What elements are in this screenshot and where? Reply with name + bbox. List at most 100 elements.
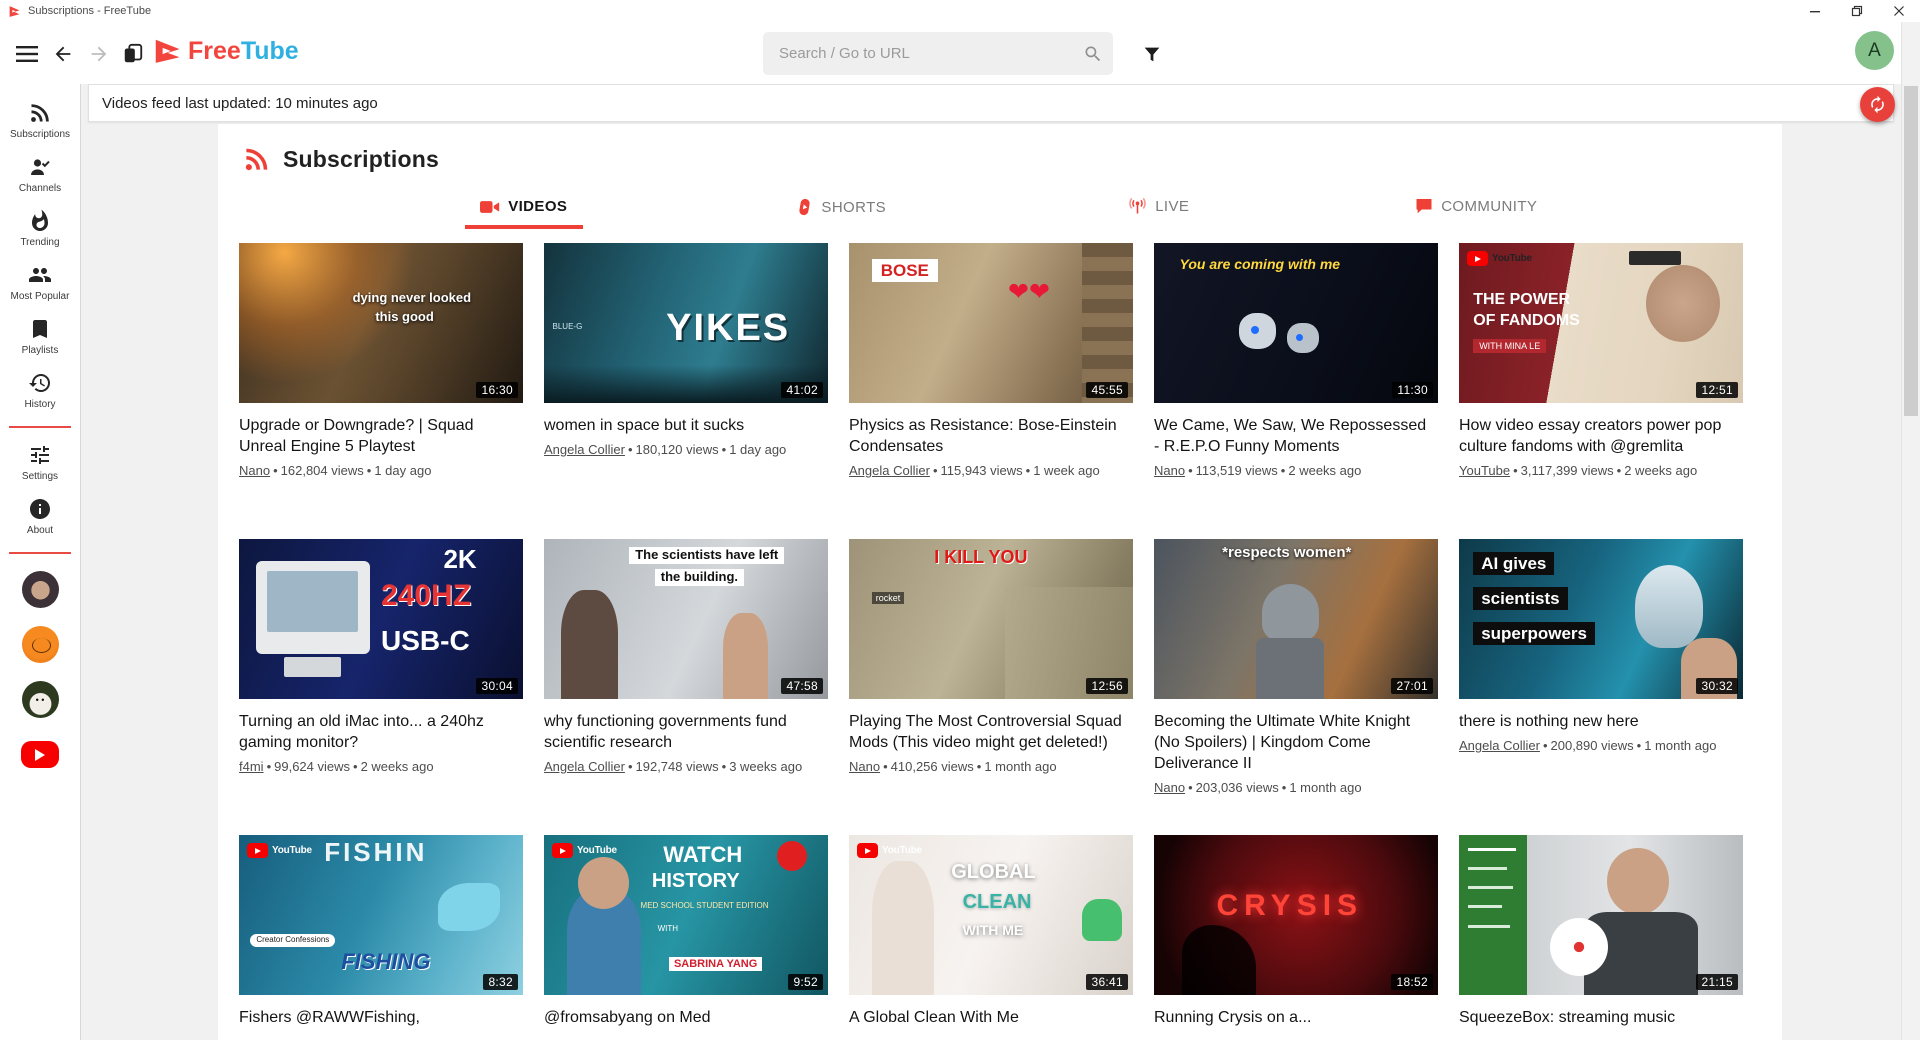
video-thumbnail[interactable]: WATCHHISTORYMED SCHOOL STUDENT EDITIONWI… [544,835,828,995]
duration-badge: 45:55 [1086,382,1128,398]
flame-icon [28,209,52,233]
thumbnail-overlay-text: Creator Confessions [250,934,335,947]
new-window-button[interactable] [118,39,148,69]
duration-badge: 21:15 [1696,974,1738,990]
profile-avatar[interactable]: A [1855,31,1894,70]
scrollbar-thumb[interactable] [1904,86,1918,416]
video-thumbnail[interactable]: 2K240HZUSB-C30:04 [239,539,523,699]
sidebar-item-trending[interactable]: Trending [0,202,80,256]
tab-live[interactable]: LIVE [1000,198,1318,230]
sidebar-item-subscriptions[interactable]: Subscriptions [0,94,80,148]
dark-cartoon-avatar[interactable] [22,681,59,718]
live-tab-icon [1128,198,1147,215]
video-thumbnail[interactable]: *respects women*27:01 [1154,539,1438,699]
video-card: dying never lookedthis good16:30 Upgrade … [239,243,523,513]
video-thumbnail[interactable]: You are coming with me11:30 [1154,243,1438,403]
video-title[interactable]: Playing The Most Controversial Squad Mod… [849,711,1129,753]
scrollbar[interactable] [1901,22,1920,1040]
hamburger-icon [16,45,38,63]
tab-shorts[interactable]: SHORTS [683,198,1001,230]
channel-link[interactable]: f4mi [239,759,264,774]
youtube-logo-avatar[interactable] [21,741,59,768]
thumbnail-overlay-text: YIKES [666,307,790,350]
person-photo-avatar[interactable] [22,571,59,608]
video-views: 162,804 views [281,463,364,478]
video-thumbnail[interactable]: FISHINCreator ConfessionsFISHINGYouTube8… [239,835,523,995]
forward-button[interactable] [84,39,114,69]
sliders-icon [28,443,52,467]
channel-link[interactable]: YouTube [1459,463,1510,478]
video-title[interactable]: Upgrade or Downgrade? | Squad Unreal Eng… [239,415,519,457]
thumbnail-art-shape [1629,251,1680,265]
meta-separator: • [1188,463,1193,478]
video-title[interactable]: why functioning governments fund scienti… [544,711,824,753]
sidebar-item-settings[interactable]: Settings [0,436,80,490]
video-title[interactable]: We Came, We Saw, We Repossessed - R.E.P.… [1154,415,1434,457]
video-title[interactable]: SqueezeBox: streaming music [1459,1007,1739,1028]
video-title[interactable]: there is nothing new here [1459,711,1739,732]
thumbnail-overlay-text: CLEAN [963,891,1032,913]
channel-link[interactable]: Angela Collier [1459,738,1540,753]
youtube-logo-badge: YouTube [1467,251,1532,266]
orange-cartoon-avatar[interactable] [22,626,59,663]
channel-link[interactable]: Nano [1154,780,1185,795]
tab-label: COMMUNITY [1441,198,1537,215]
video-thumbnail[interactable]: CRYSIS18:52 [1154,835,1438,995]
video-thumbnail[interactable]: dying never lookedthis good16:30 [239,243,523,403]
thumbnail-overlay-text: dying never looked [353,291,471,306]
sidebar-item-about[interactable]: About [0,490,80,544]
minimize-icon [1809,5,1821,17]
sidebar-item-most-popular[interactable]: Most Popular [0,256,80,310]
profile-initial: A [1868,40,1881,62]
filter-button[interactable] [1136,40,1168,70]
video-thumbnail[interactable]: THE POWEROF FANDOMSWITH MINA LEYouTube12… [1459,243,1743,403]
thumbnail-art-shape [723,613,768,699]
hamburger-menu-button[interactable] [12,39,42,69]
sidebar-item-playlists[interactable]: Playlists [0,310,80,364]
video-title[interactable]: Fishers @RAWWFishing, [239,1007,519,1028]
video-title[interactable]: How video essay creators power pop cultu… [1459,415,1739,457]
channel-link[interactable]: Nano [239,463,270,478]
minimize-button[interactable] [1794,0,1836,22]
tab-community[interactable]: COMMUNITY [1318,198,1636,230]
main-content: Subscriptions VIDEOSSHORTSLIVECOMMUNITY … [81,122,1901,1040]
thumbnail-art-shape [561,590,618,699]
video-title[interactable]: women in space but it sucks [544,415,824,436]
search-button[interactable] [1073,32,1113,75]
sidebar-item-history[interactable]: History [0,364,80,418]
video-thumbnail[interactable]: BOSE❤❤45:55 [849,243,1133,403]
video-thumbnail[interactable]: AI givesscientistssuperpowers30:32 [1459,539,1743,699]
video-title[interactable]: Turning an old iMac into... a 240hz gami… [239,711,519,753]
video-thumbnail[interactable]: The scientists have leftthe building.47:… [544,539,828,699]
freetube-logo[interactable]: FreeTube [152,36,299,66]
video-title[interactable]: A Global Clean With Me [849,1007,1129,1028]
channel-link[interactable]: Angela Collier [544,442,625,457]
video-thumbnail[interactable]: 21:15 [1459,835,1743,995]
video-title[interactable]: Becoming the Ultimate White Knight (No S… [1154,711,1434,774]
search-input[interactable] [763,45,1073,62]
video-thumbnail[interactable]: I KILL YOUrocket12:56 [849,539,1133,699]
video-title[interactable]: Running Crysis on a... [1154,1007,1434,1028]
back-button[interactable] [48,39,78,69]
video-title[interactable]: @fromsabyang on Med [544,1007,824,1028]
video-meta: Nano•162,804 views•1 day ago [239,462,523,479]
video-thumbnail[interactable]: BLUE-GYIKES41:02 [544,243,828,403]
sidebar-item-channels[interactable]: Channels [0,148,80,202]
channel-link[interactable]: Angela Collier [849,463,930,478]
restore-button[interactable] [1836,0,1878,22]
tab-videos[interactable]: VIDEOS [365,198,683,230]
thumbnail-overlay-text: FISHING [341,950,430,975]
duration-badge: 30:32 [1696,678,1738,694]
meta-separator: • [1637,738,1642,753]
sidebar-item-label: Trending [20,237,59,248]
channel-link[interactable]: Angela Collier [544,759,625,774]
tab-label: LIVE [1155,198,1189,215]
video-title[interactable]: Physics as Resistance: Bose-Einstein Con… [849,415,1129,457]
channel-link[interactable]: Nano [849,759,880,774]
refresh-button[interactable] [1860,87,1895,122]
video-thumbnail[interactable]: GLOBALCLEANWITH MEYouTube36:41 [849,835,1133,995]
close-button[interactable] [1878,0,1920,22]
sidebar-item-label: Channels [19,183,61,194]
channel-link[interactable]: Nano [1154,463,1185,478]
refresh-icon [1868,95,1887,114]
